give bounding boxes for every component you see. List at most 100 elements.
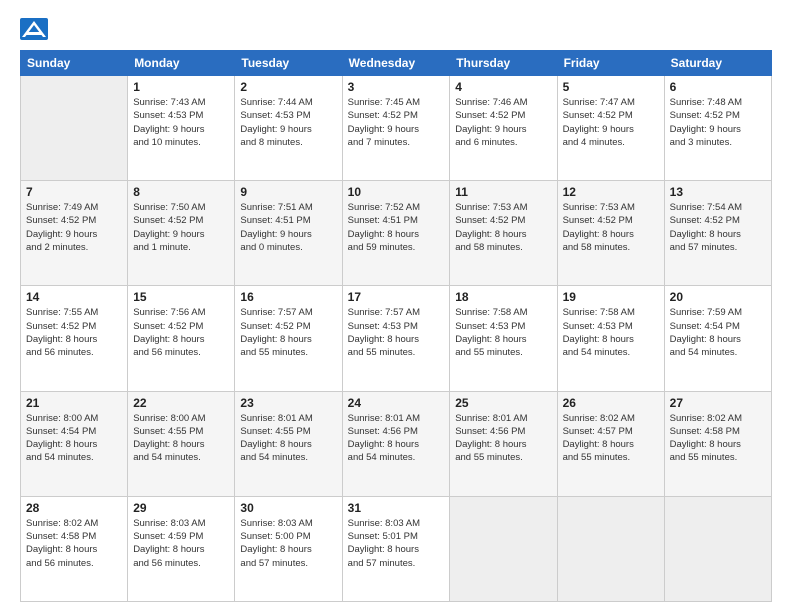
day-cell: 29Sunrise: 8:03 AM Sunset: 4:59 PM Dayli… <box>128 496 235 601</box>
day-info: Sunrise: 7:58 AM Sunset: 4:53 PM Dayligh… <box>563 306 659 359</box>
day-number: 8 <box>133 185 229 199</box>
day-cell: 10 Sunrise: 7:52 AM Sunset: 4:51 PM Dayli… <box>342 181 450 286</box>
weekday-header-sunday: Sunday <box>21 51 128 76</box>
day-cell: 13 Sunrise: 7:54 AM Sunset: 4:52 PM Dayli… <box>664 181 771 286</box>
day-info: Sunrise: 7:45 AM Sunset: 4:52 PM Dayligh… <box>348 96 445 149</box>
day-number: 17 <box>348 290 445 304</box>
day-cell: 11 Sunrise: 7:53 AM Sunset: 4:52 PM Dayli… <box>450 181 557 286</box>
day-cell: 27Sunrise: 8:02 AM Sunset: 4:58 PM Dayli… <box>664 391 771 496</box>
day-cell: 31 Sunrise: 8:03 AM Sunset: 5:01 PM Dayli… <box>342 496 450 601</box>
day-info: Sunrise: 8:01 AM Sunset: 4:56 PM Dayligh… <box>455 412 551 465</box>
day-cell: 9 Sunrise: 7:51 AM Sunset: 4:51 PM Daylig… <box>235 181 342 286</box>
weekday-header-wednesday: Wednesday <box>342 51 450 76</box>
day-cell: 21 Sunrise: 8:00 AM Sunset: 4:54 PM Dayli… <box>21 391 128 496</box>
day-cell: 3 Sunrise: 7:45 AM Sunset: 4:52 PM Daylig… <box>342 76 450 181</box>
day-info: Sunrise: 7:49 AM Sunset: 4:52 PM Dayligh… <box>26 201 122 254</box>
day-cell: 30 Sunrise: 8:03 AM Sunset: 5:00 PM Dayli… <box>235 496 342 601</box>
day-cell: 5 Sunrise: 7:47 AM Sunset: 4:52 PM Daylig… <box>557 76 664 181</box>
day-cell: 16Sunrise: 7:57 AM Sunset: 4:52 PM Dayli… <box>235 286 342 391</box>
day-number: 21 <box>26 396 122 410</box>
day-cell: 8Sunrise: 7:50 AM Sunset: 4:52 PM Daylig… <box>128 181 235 286</box>
day-cell: 7 Sunrise: 7:49 AM Sunset: 4:52 PM Daylig… <box>21 181 128 286</box>
day-number: 7 <box>26 185 122 199</box>
day-number: 26 <box>563 396 659 410</box>
day-info: Sunrise: 7:58 AM Sunset: 4:53 PM Dayligh… <box>455 306 551 359</box>
day-number: 2 <box>240 80 336 94</box>
day-number: 30 <box>240 501 336 515</box>
day-info: Sunrise: 7:47 AM Sunset: 4:52 PM Dayligh… <box>563 96 659 149</box>
day-info: Sunrise: 8:01 AM Sunset: 4:55 PM Dayligh… <box>240 412 336 465</box>
day-cell: 19Sunrise: 7:58 AM Sunset: 4:53 PM Dayli… <box>557 286 664 391</box>
day-cell: 25 Sunrise: 8:01 AM Sunset: 4:56 PM Dayli… <box>450 391 557 496</box>
day-number: 18 <box>455 290 551 304</box>
day-cell <box>21 76 128 181</box>
day-info: Sunrise: 8:00 AM Sunset: 4:54 PM Dayligh… <box>26 412 122 465</box>
day-info: Sunrise: 8:03 AM Sunset: 5:00 PM Dayligh… <box>240 517 336 570</box>
day-info: Sunrise: 7:59 AM Sunset: 4:54 PM Dayligh… <box>670 306 766 359</box>
calendar: SundayMondayTuesdayWednesdayThursdayFrid… <box>20 50 772 602</box>
day-info: Sunrise: 7:52 AM Sunset: 4:51 PM Dayligh… <box>348 201 445 254</box>
day-info: Sunrise: 8:02 AM Sunset: 4:57 PM Dayligh… <box>563 412 659 465</box>
day-number: 14 <box>26 290 122 304</box>
week-row-5: 28 Sunrise: 8:02 AM Sunset: 4:58 PM Dayli… <box>21 496 772 601</box>
day-info: Sunrise: 7:44 AM Sunset: 4:53 PM Dayligh… <box>240 96 336 149</box>
weekday-header-friday: Friday <box>557 51 664 76</box>
day-cell <box>557 496 664 601</box>
day-info: Sunrise: 7:56 AM Sunset: 4:52 PM Dayligh… <box>133 306 229 359</box>
day-number: 9 <box>240 185 336 199</box>
day-cell <box>450 496 557 601</box>
day-number: 25 <box>455 396 551 410</box>
day-cell: 6 Sunrise: 7:48 AM Sunset: 4:52 PM Daylig… <box>664 76 771 181</box>
day-number: 20 <box>670 290 766 304</box>
day-number: 22 <box>133 396 229 410</box>
day-info: Sunrise: 7:51 AM Sunset: 4:51 PM Dayligh… <box>240 201 336 254</box>
day-number: 11 <box>455 185 551 199</box>
day-cell: 4 Sunrise: 7:46 AM Sunset: 4:52 PM Daylig… <box>450 76 557 181</box>
day-number: 6 <box>670 80 766 94</box>
day-info: Sunrise: 7:54 AM Sunset: 4:52 PM Dayligh… <box>670 201 766 254</box>
week-row-1: 1Sunrise: 7:43 AM Sunset: 4:53 PM Daylig… <box>21 76 772 181</box>
day-cell: 22Sunrise: 8:00 AM Sunset: 4:55 PM Dayli… <box>128 391 235 496</box>
day-number: 15 <box>133 290 229 304</box>
day-info: Sunrise: 7:43 AM Sunset: 4:53 PM Dayligh… <box>133 96 229 149</box>
day-number: 10 <box>348 185 445 199</box>
day-info: Sunrise: 8:02 AM Sunset: 4:58 PM Dayligh… <box>26 517 122 570</box>
day-info: Sunrise: 7:57 AM Sunset: 4:53 PM Dayligh… <box>348 306 445 359</box>
day-cell: 15 Sunrise: 7:56 AM Sunset: 4:52 PM Dayli… <box>128 286 235 391</box>
page: SundayMondayTuesdayWednesdayThursdayFrid… <box>0 0 792 612</box>
day-cell: 1Sunrise: 7:43 AM Sunset: 4:53 PM Daylig… <box>128 76 235 181</box>
day-cell: 14 Sunrise: 7:55 AM Sunset: 4:52 PM Dayli… <box>21 286 128 391</box>
day-cell <box>664 496 771 601</box>
weekday-header-tuesday: Tuesday <box>235 51 342 76</box>
day-info: Sunrise: 7:55 AM Sunset: 4:52 PM Dayligh… <box>26 306 122 359</box>
day-info: Sunrise: 8:03 AM Sunset: 5:01 PM Dayligh… <box>348 517 445 570</box>
day-cell: 17 Sunrise: 7:57 AM Sunset: 4:53 PM Dayli… <box>342 286 450 391</box>
day-number: 28 <box>26 501 122 515</box>
weekday-header-row: SundayMondayTuesdayWednesdayThursdayFrid… <box>21 51 772 76</box>
day-cell: 18 Sunrise: 7:58 AM Sunset: 4:53 PM Dayli… <box>450 286 557 391</box>
day-info: Sunrise: 7:53 AM Sunset: 4:52 PM Dayligh… <box>563 201 659 254</box>
weekday-header-thursday: Thursday <box>450 51 557 76</box>
day-info: Sunrise: 8:01 AM Sunset: 4:56 PM Dayligh… <box>348 412 445 465</box>
week-row-2: 7 Sunrise: 7:49 AM Sunset: 4:52 PM Daylig… <box>21 181 772 286</box>
weekday-header-saturday: Saturday <box>664 51 771 76</box>
day-info: Sunrise: 7:46 AM Sunset: 4:52 PM Dayligh… <box>455 96 551 149</box>
day-cell: 20 Sunrise: 7:59 AM Sunset: 4:54 PM Dayli… <box>664 286 771 391</box>
day-number: 12 <box>563 185 659 199</box>
day-info: Sunrise: 8:02 AM Sunset: 4:58 PM Dayligh… <box>670 412 766 465</box>
day-cell: 24Sunrise: 8:01 AM Sunset: 4:56 PM Dayli… <box>342 391 450 496</box>
day-number: 5 <box>563 80 659 94</box>
day-number: 13 <box>670 185 766 199</box>
day-info: Sunrise: 7:48 AM Sunset: 4:52 PM Dayligh… <box>670 96 766 149</box>
day-number: 16 <box>240 290 336 304</box>
day-info: Sunrise: 7:53 AM Sunset: 4:52 PM Dayligh… <box>455 201 551 254</box>
day-number: 31 <box>348 501 445 515</box>
day-number: 4 <box>455 80 551 94</box>
header <box>20 18 772 40</box>
day-info: Sunrise: 8:03 AM Sunset: 4:59 PM Dayligh… <box>133 517 229 570</box>
day-number: 3 <box>348 80 445 94</box>
week-row-4: 21 Sunrise: 8:00 AM Sunset: 4:54 PM Dayli… <box>21 391 772 496</box>
day-cell: 2 Sunrise: 7:44 AM Sunset: 4:53 PM Daylig… <box>235 76 342 181</box>
day-cell: 23 Sunrise: 8:01 AM Sunset: 4:55 PM Dayli… <box>235 391 342 496</box>
day-number: 23 <box>240 396 336 410</box>
